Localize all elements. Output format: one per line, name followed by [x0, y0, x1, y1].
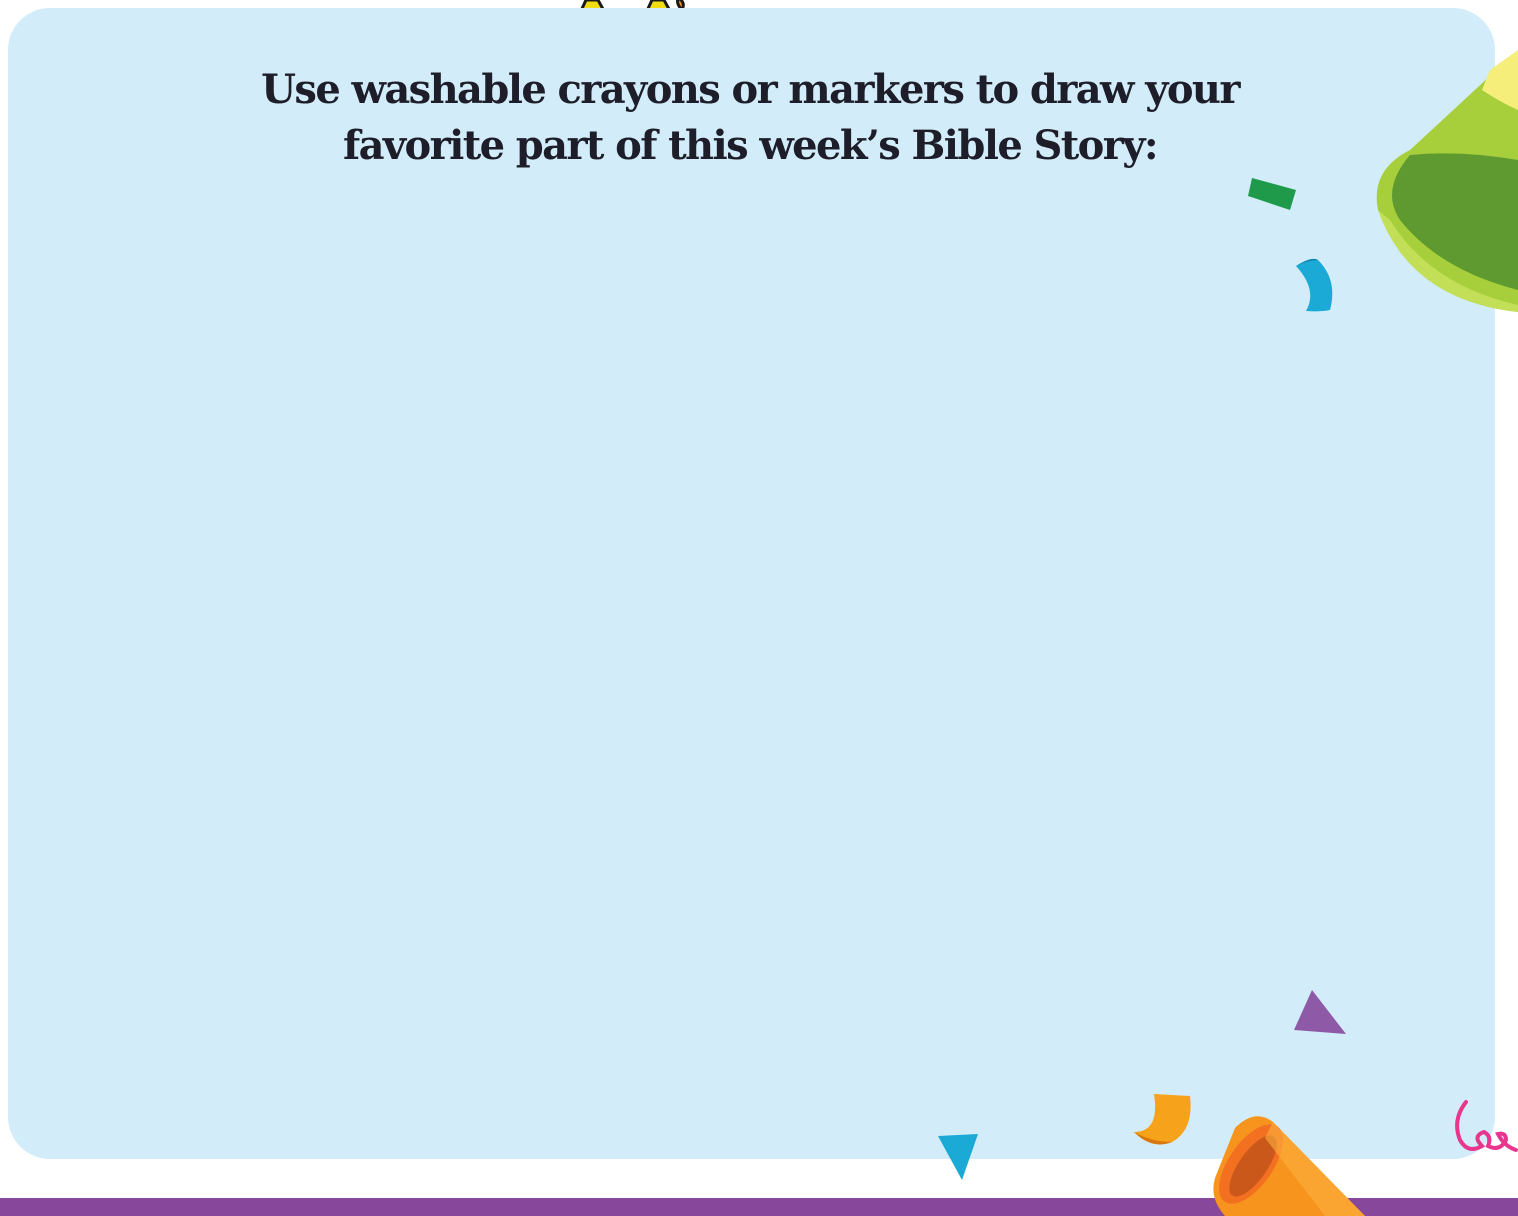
- instruction-line-1: Use washable crayons or markers to draw …: [261, 66, 1240, 113]
- confetti-icon: [1296, 258, 1333, 312]
- confetti-icon: [1248, 178, 1296, 210]
- streamer-swirl-icon: [1455, 1100, 1518, 1152]
- confetti-icon: [1294, 990, 1346, 1034]
- bottom-bar-corner: [1488, 1168, 1518, 1198]
- party-hat-icon: [1376, 50, 1518, 312]
- confetti-icon: [938, 1134, 978, 1180]
- instruction-line-2: favorite part of this week’s Bible Story…: [342, 122, 1159, 169]
- activity-instructions: Use washable crayons or markers to draw …: [250, 62, 1250, 174]
- confetti-icon: [1134, 1094, 1191, 1145]
- activity-page: Use washable crayons or markers to draw …: [0, 0, 1518, 1216]
- party-horn-icon: [1213, 1116, 1365, 1216]
